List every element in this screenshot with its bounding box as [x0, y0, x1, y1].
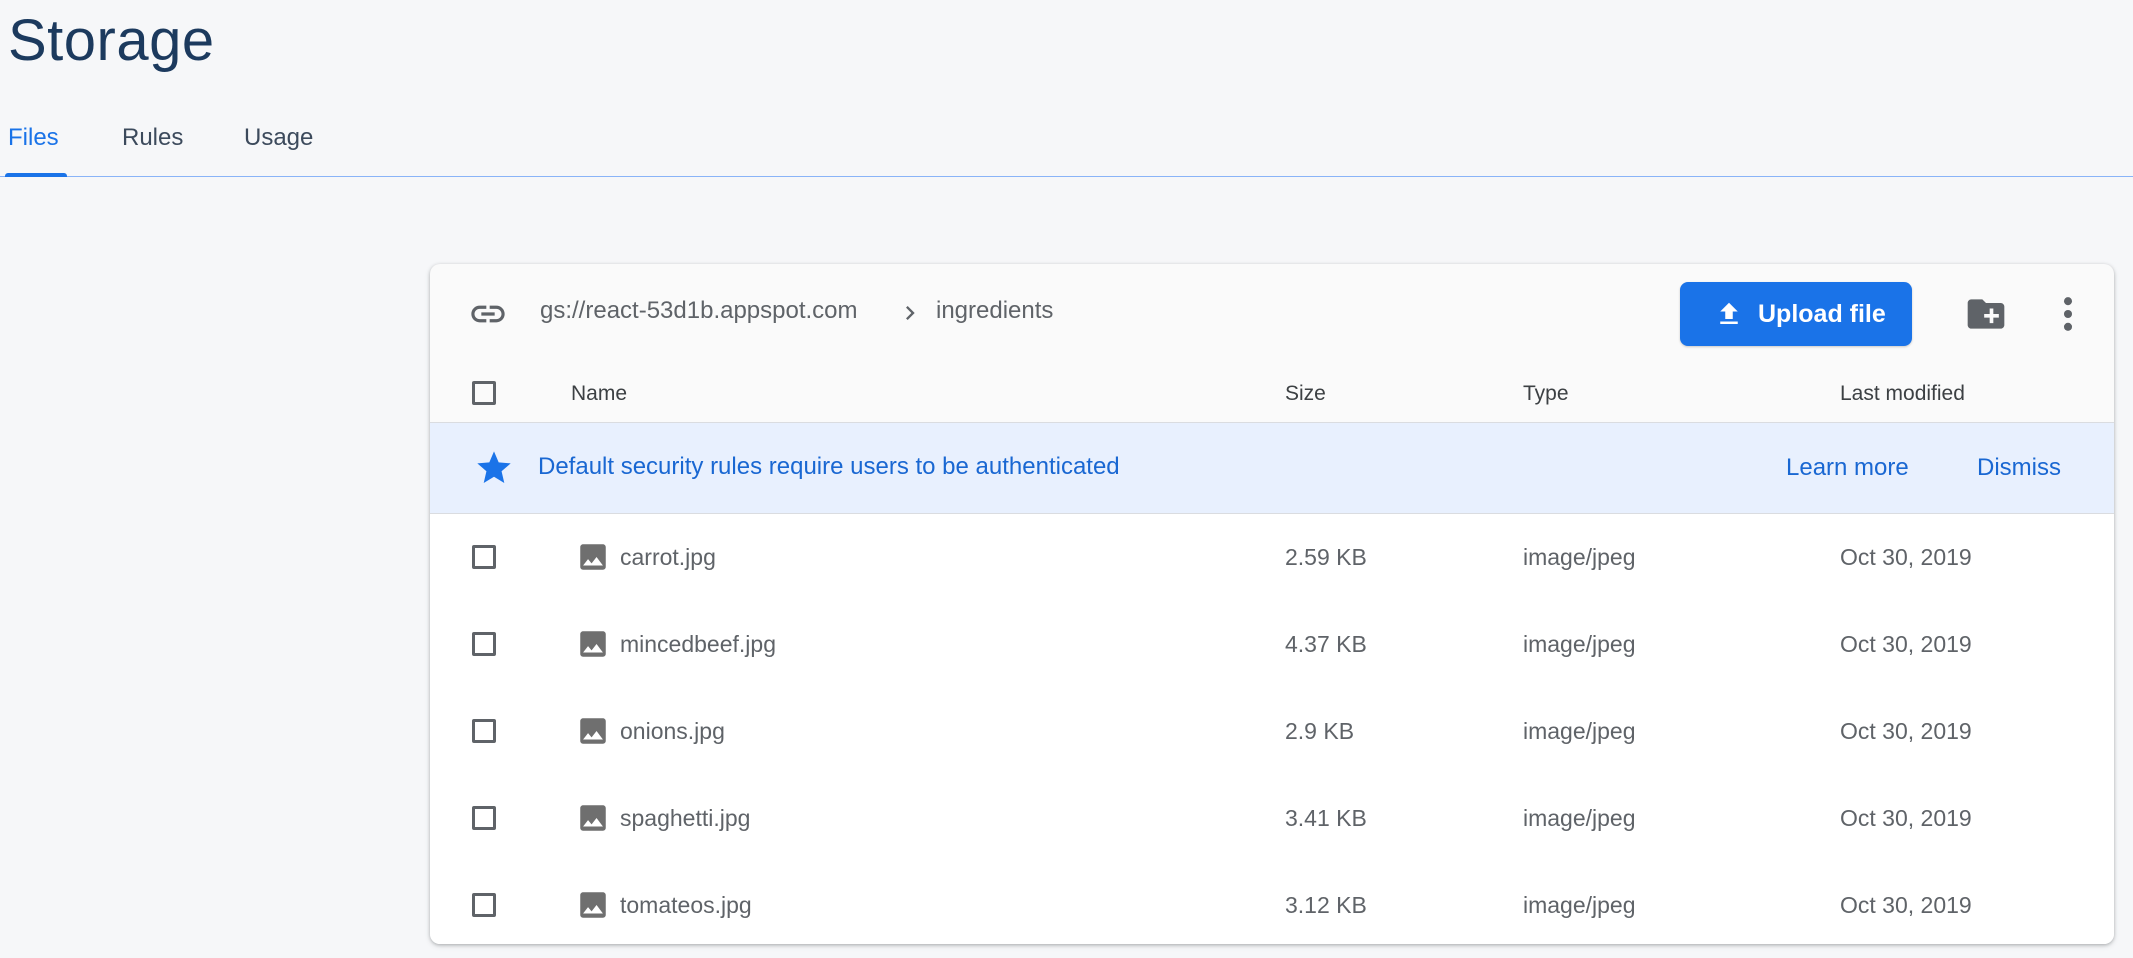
- file-type: image/jpeg: [1523, 544, 1636, 570]
- breadcrumb-folder: ingredients: [936, 297, 1054, 324]
- file-type: image/jpeg: [1523, 805, 1636, 831]
- file-last-modified: Oct 30, 2019: [1840, 805, 1972, 831]
- file-size: 4.37 KB: [1285, 631, 1367, 657]
- file-size: 2.9 KB: [1285, 718, 1355, 744]
- image-icon: [580, 631, 606, 657]
- file-size: 2.59 KB: [1285, 544, 1367, 570]
- row-checkbox[interactable]: [472, 545, 496, 569]
- chevron-right-icon: [906, 306, 915, 320]
- table-row[interactable]: spaghetti.jpg 3.41 KB image/jpeg Oct 30,…: [430, 775, 2114, 863]
- active-tab-indicator: [5, 173, 67, 177]
- banner-message: Default security rules require users to …: [538, 453, 1120, 480]
- star-icon: [477, 451, 511, 483]
- file-last-modified: Oct 30, 2019: [1840, 544, 1972, 570]
- upload-file-button[interactable]: Upload file: [1680, 282, 1912, 346]
- file-name[interactable]: mincedbeef.jpg: [620, 631, 776, 658]
- tab-bar: Files Rules Usage: [0, 110, 2133, 177]
- image-icon: [580, 805, 606, 831]
- file-name[interactable]: onions.jpg: [620, 718, 725, 745]
- page-title: Storage: [8, 8, 215, 73]
- file-last-modified: Oct 30, 2019: [1840, 718, 1972, 744]
- file-browser-card: gs://react-53d1b.appspot.com ingredients…: [430, 264, 2114, 944]
- tab-rules[interactable]: Rules: [122, 110, 183, 176]
- column-header-type[interactable]: Type: [1523, 382, 1569, 406]
- file-name[interactable]: tomateos.jpg: [620, 892, 752, 919]
- table-row[interactable]: onions.jpg 2.9 KB image/jpeg Oct 30, 201…: [430, 688, 2114, 776]
- table-row[interactable]: carrot.jpg 2.59 KB image/jpeg Oct 30, 20…: [430, 514, 2114, 602]
- image-icon: [580, 718, 606, 744]
- file-name[interactable]: carrot.jpg: [620, 544, 716, 571]
- upload-icon: [1720, 302, 1738, 324]
- column-header-last-modified[interactable]: Last modified: [1840, 382, 1965, 406]
- image-icon: [580, 544, 606, 570]
- row-checkbox[interactable]: [472, 893, 496, 917]
- row-checkbox[interactable]: [472, 632, 496, 656]
- file-size: 3.41 KB: [1285, 805, 1367, 831]
- file-toolbar: gs://react-53d1b.appspot.com ingredients…: [430, 264, 2114, 364]
- file-type: image/jpeg: [1523, 718, 1636, 744]
- tab-files[interactable]: Files: [8, 110, 59, 176]
- column-header-size[interactable]: Size: [1285, 382, 1326, 406]
- file-last-modified: Oct 30, 2019: [1840, 631, 1972, 657]
- link-icon[interactable]: [468, 294, 508, 334]
- column-header-name[interactable]: Name: [571, 382, 627, 406]
- upload-file-label: Upload file: [1758, 300, 1886, 328]
- learn-more-link[interactable]: Learn more: [1786, 454, 1909, 482]
- table-row[interactable]: mincedbeef.jpg 4.37 KB image/jpeg Oct 30…: [430, 601, 2114, 689]
- image-icon: [580, 892, 606, 918]
- table-header: Name Size Type Last modified: [430, 364, 2114, 423]
- security-rules-banner: Default security rules require users to …: [430, 423, 2114, 514]
- more-vert-icon[interactable]: [2056, 292, 2080, 336]
- create-folder-icon[interactable]: [1964, 292, 2008, 336]
- file-size: 3.12 KB: [1285, 892, 1367, 918]
- file-name[interactable]: spaghetti.jpg: [620, 805, 750, 832]
- table-row[interactable]: tomateos.jpg 3.12 KB image/jpeg Oct 30, …: [430, 862, 2114, 944]
- row-checkbox[interactable]: [472, 806, 496, 830]
- breadcrumb-bucket[interactable]: gs://react-53d1b.appspot.com: [540, 297, 858, 325]
- file-type: image/jpeg: [1523, 892, 1636, 918]
- tab-usage[interactable]: Usage: [244, 110, 313, 176]
- file-type: image/jpeg: [1523, 631, 1636, 657]
- file-last-modified: Oct 30, 2019: [1840, 892, 1972, 918]
- row-checkbox[interactable]: [472, 719, 496, 743]
- dismiss-button[interactable]: Dismiss: [1977, 454, 2061, 482]
- select-all-checkbox[interactable]: [472, 381, 496, 405]
